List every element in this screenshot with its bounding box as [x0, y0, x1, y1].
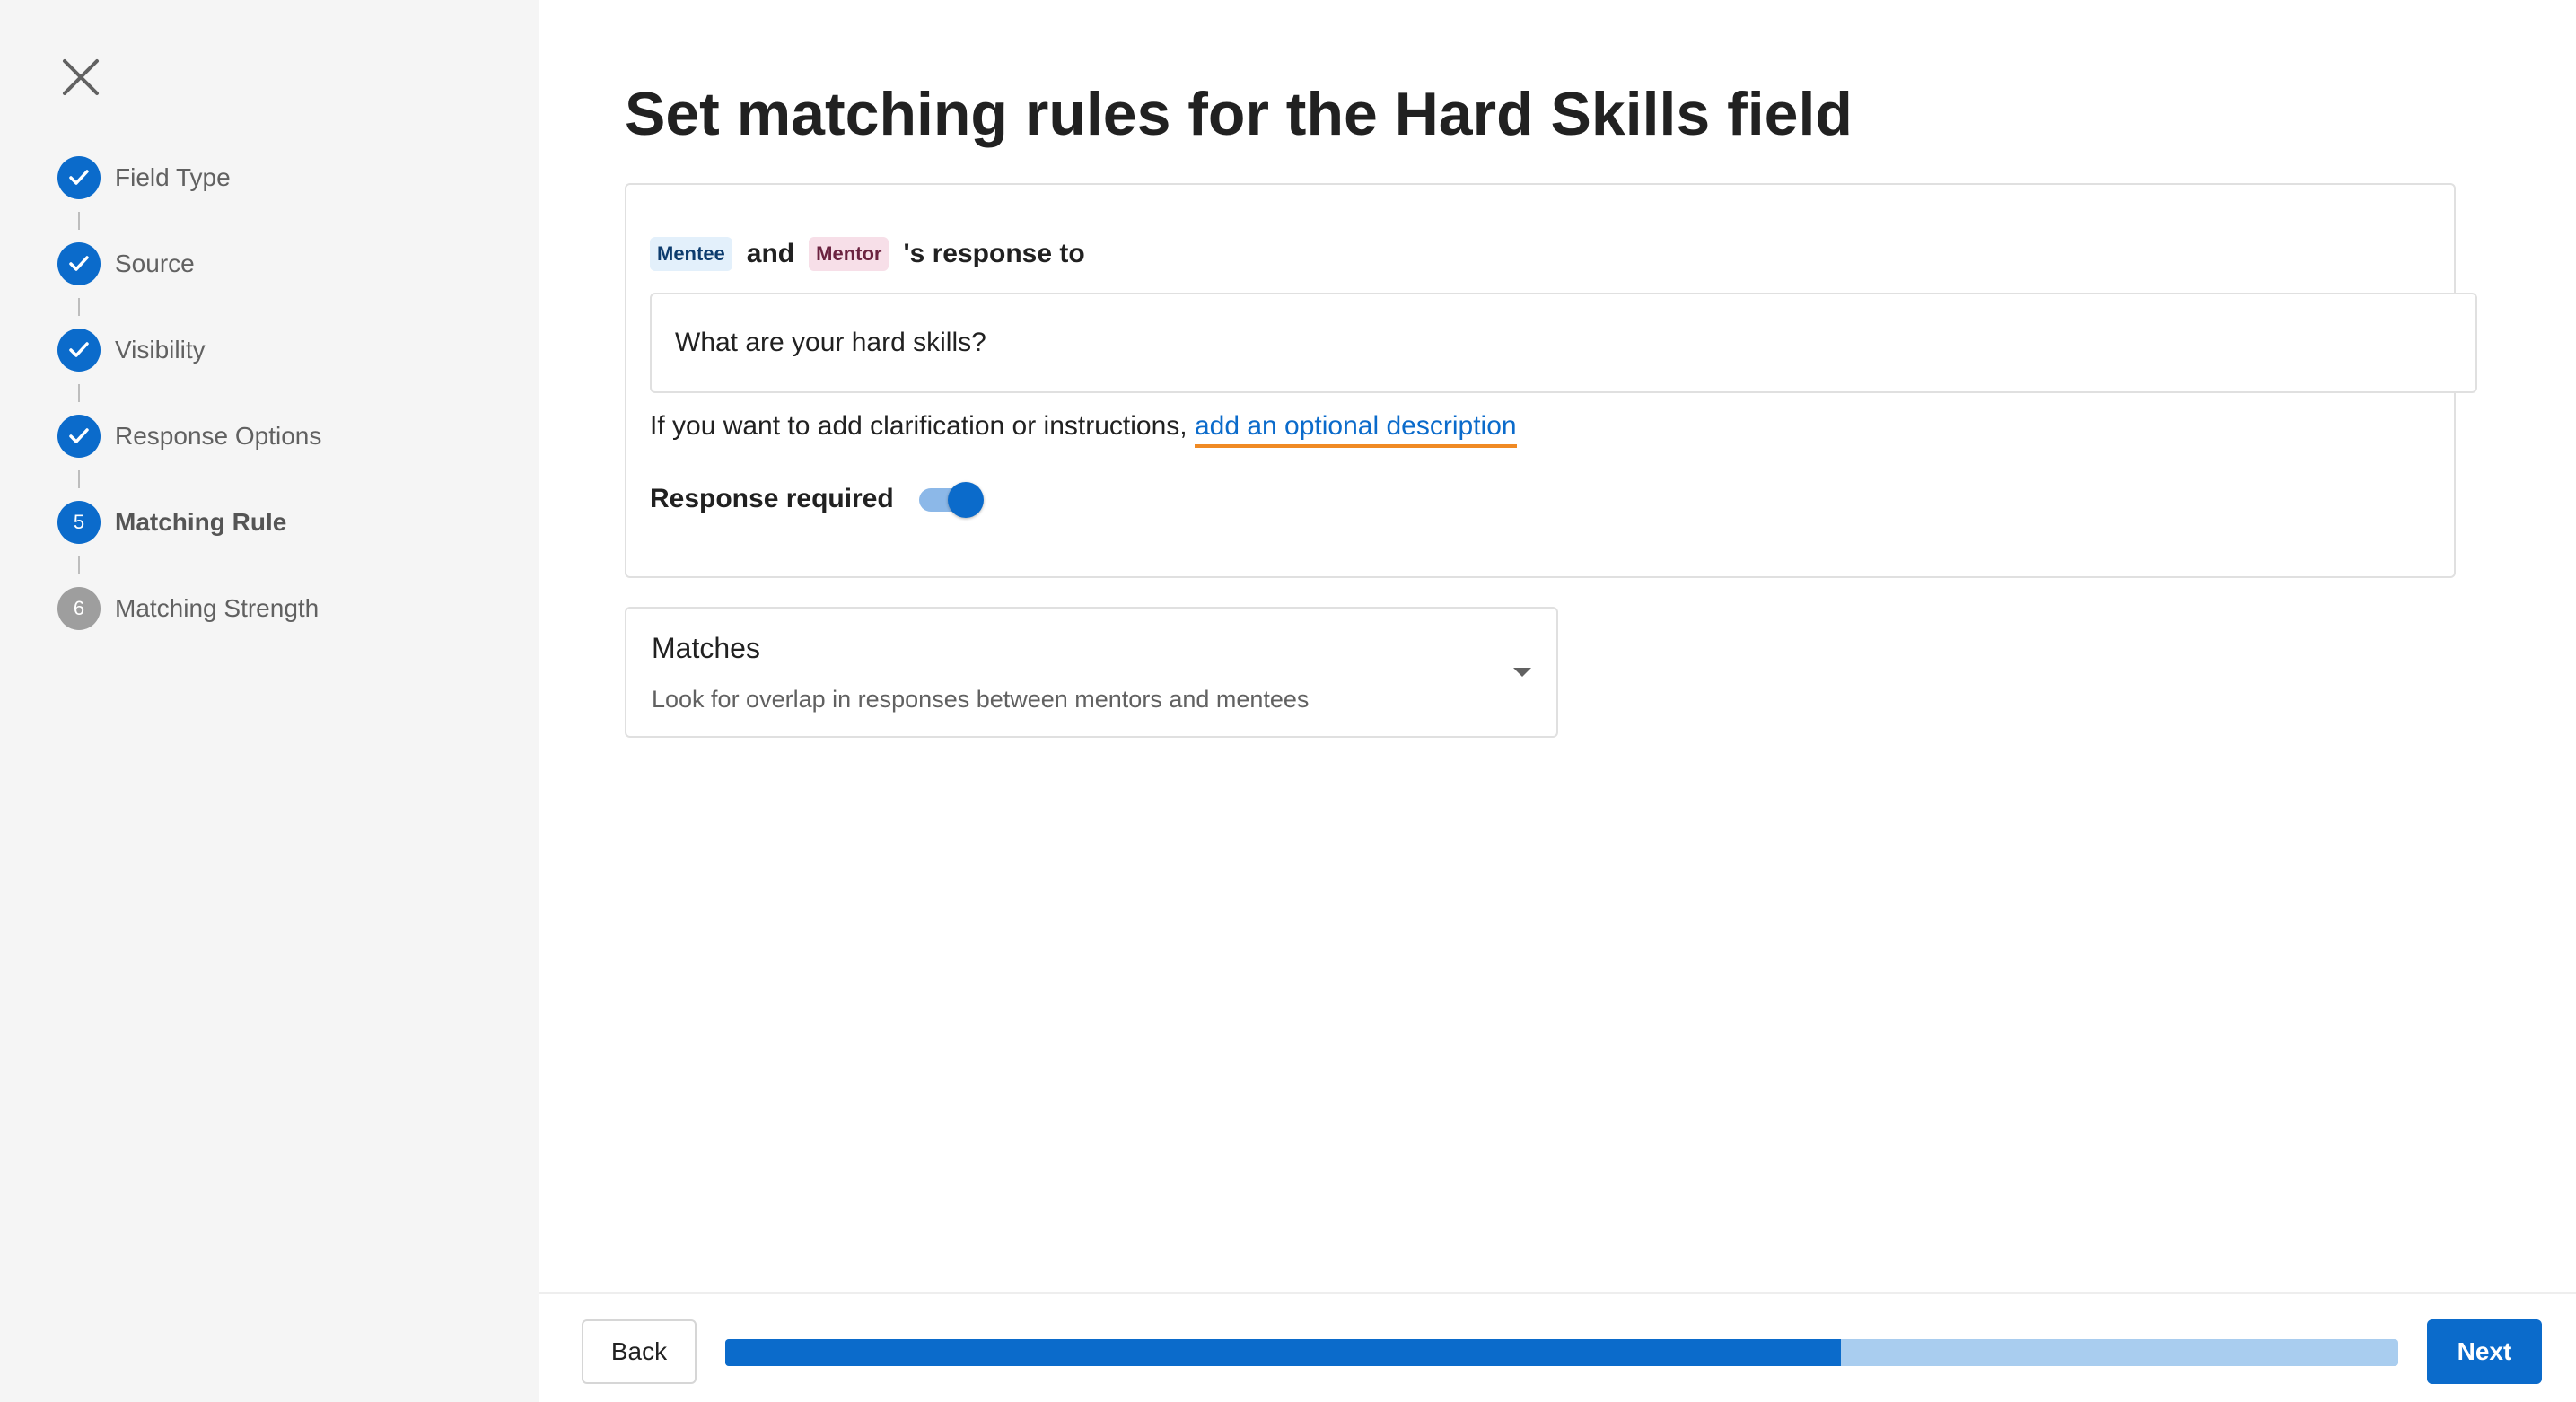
select-description: Look for overlap in responses between me… [652, 686, 1310, 713]
add-description-link[interactable]: add an optional description [1194, 411, 1517, 448]
close-button[interactable] [54, 50, 108, 104]
step-label: Source [115, 250, 195, 277]
step-number-badge: 6 [57, 587, 101, 630]
step-number-badge: 5 [57, 501, 101, 544]
question-card: Mentee and Mentor 's response to If you … [625, 183, 2477, 578]
check-icon [57, 329, 101, 372]
toggle-thumb [947, 482, 984, 518]
progress-bar [725, 1339, 2398, 1366]
step-connector [78, 384, 80, 402]
response-required-row: Response required [650, 481, 986, 518]
response-to-text: 's response to [903, 239, 1085, 268]
response-required-label: Response required [650, 484, 894, 513]
step-label: Field Type [115, 163, 231, 191]
back-button[interactable]: Back [582, 1319, 697, 1384]
next-button[interactable]: Next [2427, 1319, 2542, 1384]
step-label: Response Options [115, 422, 322, 450]
step-visibility[interactable]: Visibility [57, 329, 321, 415]
step-label: Matching Strength [115, 594, 320, 622]
wizard-sidebar: Field Type Source Visibility Response Op… [0, 0, 539, 1402]
check-icon [57, 415, 101, 458]
question-input[interactable] [650, 293, 2477, 393]
check-icon [57, 156, 101, 199]
response-required-toggle[interactable] [917, 481, 986, 518]
step-connector [78, 298, 80, 316]
step-field-type[interactable]: Field Type [57, 156, 321, 242]
step-connector [78, 556, 80, 574]
step-matching-strength[interactable]: 6 Matching Strength [57, 587, 321, 673]
step-source[interactable]: Source [57, 242, 321, 329]
step-connector [78, 470, 80, 488]
matching-rule-select[interactable]: Matches Look for overlap in responses be… [625, 607, 1558, 738]
description-prefix: If you want to add clarification or inst… [650, 411, 1195, 441]
mentor-chip: Mentor [809, 237, 889, 271]
step-list: Field Type Source Visibility Response Op… [57, 156, 321, 673]
description-hint: If you want to add clarification or inst… [650, 411, 1517, 448]
mentee-chip: Mentee [650, 237, 732, 271]
step-label: Matching Rule [115, 508, 287, 536]
progress-fill [725, 1339, 1842, 1366]
check-icon [57, 242, 101, 285]
response-to-line: Mentee and Mentor 's response to [650, 237, 1085, 271]
and-text: and [746, 239, 795, 268]
main-content: Set matching rules for the Hard Skills f… [539, 0, 2576, 1292]
page-title: Set matching rules for the Hard Skills f… [625, 80, 1853, 148]
step-matching-rule[interactable]: 5 Matching Rule [57, 501, 321, 587]
caret-down-icon [1513, 668, 1531, 677]
step-label: Visibility [115, 336, 206, 364]
step-connector [78, 212, 80, 230]
select-value: Matches [652, 632, 760, 664]
step-response-options[interactable]: Response Options [57, 415, 321, 501]
close-icon[interactable] [61, 57, 101, 97]
wizard-footer: Back Next [539, 1292, 2576, 1402]
